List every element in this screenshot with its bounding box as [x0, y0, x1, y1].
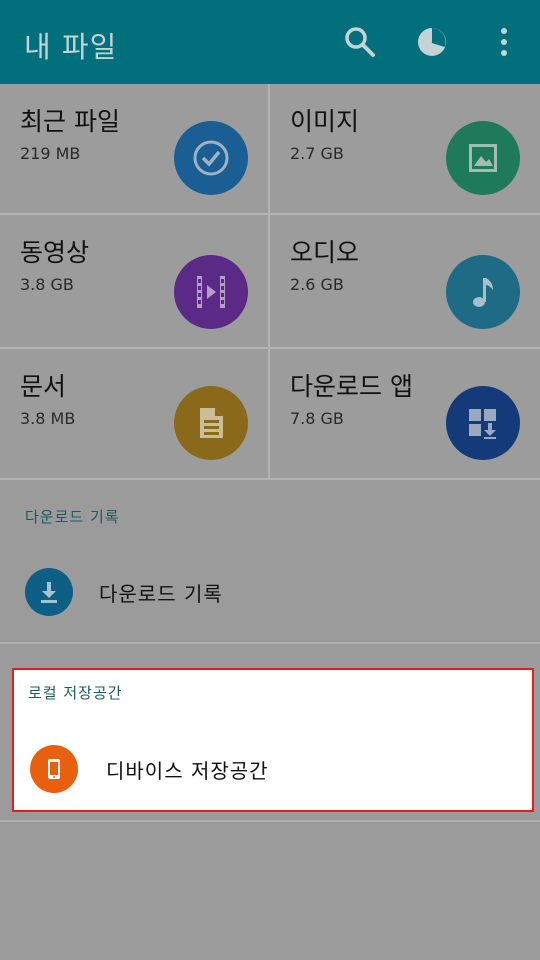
category-videos[interactable]: 동영상 3.8 GB [0, 215, 270, 349]
category-name: 동영상 [20, 238, 90, 267]
category-documents[interactable]: 문서 3.8 MB [0, 349, 270, 480]
category-name: 오디오 [290, 238, 360, 267]
page-title: 내 파일 [24, 30, 118, 64]
category-size: 219 MB [20, 144, 81, 163]
clock-check-icon [174, 121, 248, 195]
category-images[interactable]: 이미지 2.7 GB [270, 84, 540, 215]
category-size: 3.8 MB [20, 409, 76, 428]
category-size: 2.7 GB [290, 144, 344, 163]
image-icon [446, 121, 520, 195]
download-history-item[interactable]: 다운로드 기록 [0, 567, 540, 617]
device-storage-label: 디바이스 저장공간 [106, 758, 269, 783]
category-size: 3.8 GB [20, 275, 74, 294]
divider [0, 642, 540, 644]
search-icon[interactable] [342, 24, 378, 60]
category-name: 다운로드 앱 [290, 372, 413, 401]
category-downloaded-apps[interactable]: 다운로드 앱 7.8 GB [270, 349, 540, 480]
app-download-icon [446, 386, 520, 460]
category-name: 문서 [20, 372, 67, 401]
music-note-icon [446, 255, 520, 329]
download-icon [25, 568, 73, 616]
category-size: 2.6 GB [290, 275, 344, 294]
download-history-section-label: 다운로드 기록 [25, 508, 120, 526]
divider [0, 820, 540, 822]
device-storage-item[interactable]: 디바이스 저장공간 [14, 744, 532, 794]
category-grid: 최근 파일 219 MB 이미지 2.7 GB 동영상 3.8 GB 오디오 2… [0, 84, 540, 480]
category-name: 이미지 [290, 107, 360, 136]
category-name: 최근 파일 [20, 107, 120, 136]
storage-chart-icon[interactable] [414, 24, 450, 60]
category-audio[interactable]: 오디오 2.6 GB [270, 215, 540, 349]
category-recent-files[interactable]: 최근 파일 219 MB [0, 84, 270, 215]
category-size: 7.8 GB [290, 409, 344, 428]
more-vert-icon[interactable] [486, 24, 522, 60]
document-icon [174, 386, 248, 460]
local-storage-section-label: 로컬 저장공간 [28, 684, 123, 702]
download-history-label: 다운로드 기록 [99, 581, 223, 606]
app-bar: 내 파일 [0, 0, 540, 84]
local-storage-section: 로컬 저장공간 디바이스 저장공간 [12, 668, 534, 812]
phone-icon [30, 745, 78, 793]
video-icon [174, 255, 248, 329]
